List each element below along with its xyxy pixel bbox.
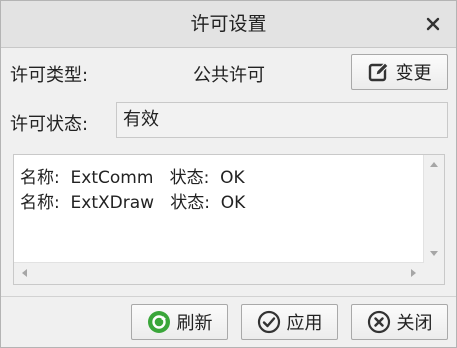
scrollbar-corner: [424, 263, 444, 284]
apply-button[interactable]: 应用: [241, 304, 338, 340]
close-button[interactable]: 关闭: [351, 304, 448, 340]
scroll-up-arrow-icon[interactable]: [430, 162, 438, 167]
list-item[interactable]: 名称: ExtXDraw 状态: OK: [20, 188, 245, 213]
close-button-label: 关闭: [396, 313, 433, 334]
change-button-label: 变更: [395, 63, 432, 84]
close-icon: [426, 17, 440, 31]
dialog-title: 许可设置: [190, 13, 267, 35]
license-status-label: 许可状态:: [10, 114, 89, 135]
list-item[interactable]: 名称: ExtComm 状态: OK: [20, 163, 245, 188]
license-list[interactable]: 名称: ExtComm 状态: OK 名称: ExtXDraw 状态: OK: [13, 154, 445, 285]
license-type-value: 公共许可: [193, 65, 265, 86]
title-bar: 许可设置: [1, 1, 456, 48]
vertical-scrollbar[interactable]: [423, 155, 444, 263]
refresh-icon: [147, 310, 171, 334]
close-circle-icon: [367, 310, 391, 334]
scroll-left-arrow-icon[interactable]: [22, 269, 27, 277]
refresh-button-label: 刷新: [176, 313, 213, 334]
scroll-right-arrow-icon[interactable]: [411, 269, 416, 277]
license-settings-dialog: 许可设置 许可类型: 公共许可 变更 许可状态: 有效 名称: ExtComm …: [0, 0, 457, 348]
license-type-label: 许可类型:: [10, 65, 89, 86]
footer-divider: [1, 296, 456, 297]
horizontal-scrollbar[interactable]: [14, 262, 424, 284]
change-button[interactable]: 变更: [351, 54, 448, 90]
edit-icon: [368, 61, 390, 83]
close-window-button[interactable]: [420, 11, 446, 37]
license-status-field: 有效: [116, 102, 448, 138]
check-circle-icon: [257, 310, 281, 334]
apply-button-label: 应用: [286, 313, 323, 334]
refresh-button[interactable]: 刷新: [131, 304, 228, 340]
scroll-down-arrow-icon[interactable]: [430, 251, 438, 256]
